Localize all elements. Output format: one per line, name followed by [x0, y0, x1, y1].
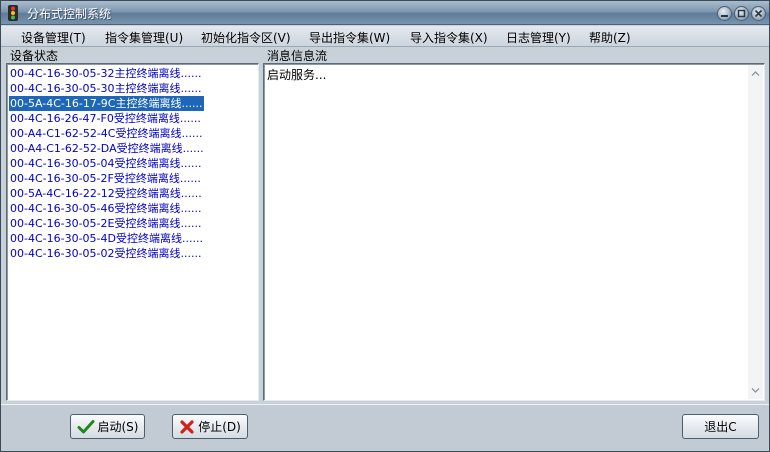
minimize-icon [721, 15, 728, 17]
message-text: 启动服务... [267, 68, 327, 82]
device-list-item[interactable]: 00-4C-16-30-05-4D受控终端离线...... [9, 231, 205, 246]
menu-device-management[interactable]: 设备管理(T) [21, 29, 86, 46]
start-button-label: 启动(S) [97, 420, 139, 434]
checkmark-icon [77, 419, 94, 433]
exit-button-label: 退出C [704, 420, 737, 434]
device-list-item[interactable]: 00-4C-16-30-05-2F受控终端离线...... [9, 171, 203, 186]
start-button[interactable]: 启动(S) [70, 414, 145, 439]
button-bar: 启动(S) 停止(D) 退出C [1, 404, 769, 451]
message-stream-label: 消息信息流 [267, 49, 328, 63]
maximize-icon [737, 9, 746, 18]
message-scrollbar[interactable] [748, 65, 763, 399]
device-list-item[interactable]: 00-A4-C1-62-52-DA受控终端离线...... [9, 141, 206, 156]
menu-log-management[interactable]: 日志管理(Y) [506, 29, 571, 46]
stop-button-label: 停止(D) [198, 420, 241, 434]
main-window: 分布式控制系统 设备管理(T) 指令集管理(U) 初始化指令区(V) 导出指令集… [0, 0, 770, 452]
device-list-item[interactable]: 00-4C-16-30-05-46受控终端离线...... [9, 201, 204, 216]
device-list[interactable]: 00-4C-16-30-05-32主控终端离线...... 00-4C-16-3… [6, 63, 259, 401]
scroll-down-icon[interactable] [751, 386, 760, 395]
x-mark-icon [180, 419, 194, 434]
stop-button[interactable]: 停止(D) [172, 414, 248, 439]
device-list-item[interactable]: 00-A4-C1-62-52-4C受控终端离线...... [9, 126, 204, 141]
menu-init-instruction-area[interactable]: 初始化指令区(V) [201, 29, 291, 46]
menu-instruction-set-management[interactable]: 指令集管理(U) [105, 29, 183, 46]
device-status-label: 设备状态 [10, 49, 59, 63]
traffic-light-icon [8, 5, 18, 21]
minimize-button[interactable] [717, 6, 732, 21]
device-list-item[interactable]: 00-4C-16-30-05-30主控终端离线...... [9, 81, 204, 96]
menu-help[interactable]: 帮助(Z) [589, 29, 631, 46]
device-list-item[interactable]: 00-5A-4C-16-22-12受控终端离线...... [9, 186, 204, 201]
window-title: 分布式控制系统 [27, 7, 112, 21]
close-icon [754, 9, 763, 18]
close-button[interactable] [751, 6, 766, 21]
scroll-up-icon[interactable] [751, 69, 760, 78]
device-list-item[interactable]: 00-4C-16-30-05-2E受控终端离线...... [9, 216, 203, 231]
device-list-item[interactable]: 00-4C-16-30-05-32主控终端离线...... [9, 66, 204, 81]
device-list-item[interactable]: 00-4C-16-30-05-02受控终端离线...... [9, 246, 204, 261]
title-bar[interactable]: 分布式控制系统 [1, 1, 769, 25]
device-list-item-selected[interactable]: 00-5A-4C-16-17-9C主控终端离线...... [9, 96, 205, 111]
menu-export-instruction-set[interactable]: 导出指令集(W) [309, 29, 390, 46]
message-stream-box[interactable]: 启动服务... [263, 63, 765, 401]
exit-button[interactable]: 退出C [682, 414, 759, 439]
menu-import-instruction-set[interactable]: 导入指令集(X) [410, 29, 488, 46]
device-list-item[interactable]: 00-4C-16-30-05-04受控终端离线...... [9, 156, 204, 171]
device-list-item[interactable]: 00-4C-16-26-47-F0受控终端离线...... [9, 111, 203, 126]
menu-bar: 设备管理(T) 指令集管理(U) 初始化指令区(V) 导出指令集(W) 导入指令… [1, 26, 769, 47]
maximize-button[interactable] [734, 6, 749, 21]
